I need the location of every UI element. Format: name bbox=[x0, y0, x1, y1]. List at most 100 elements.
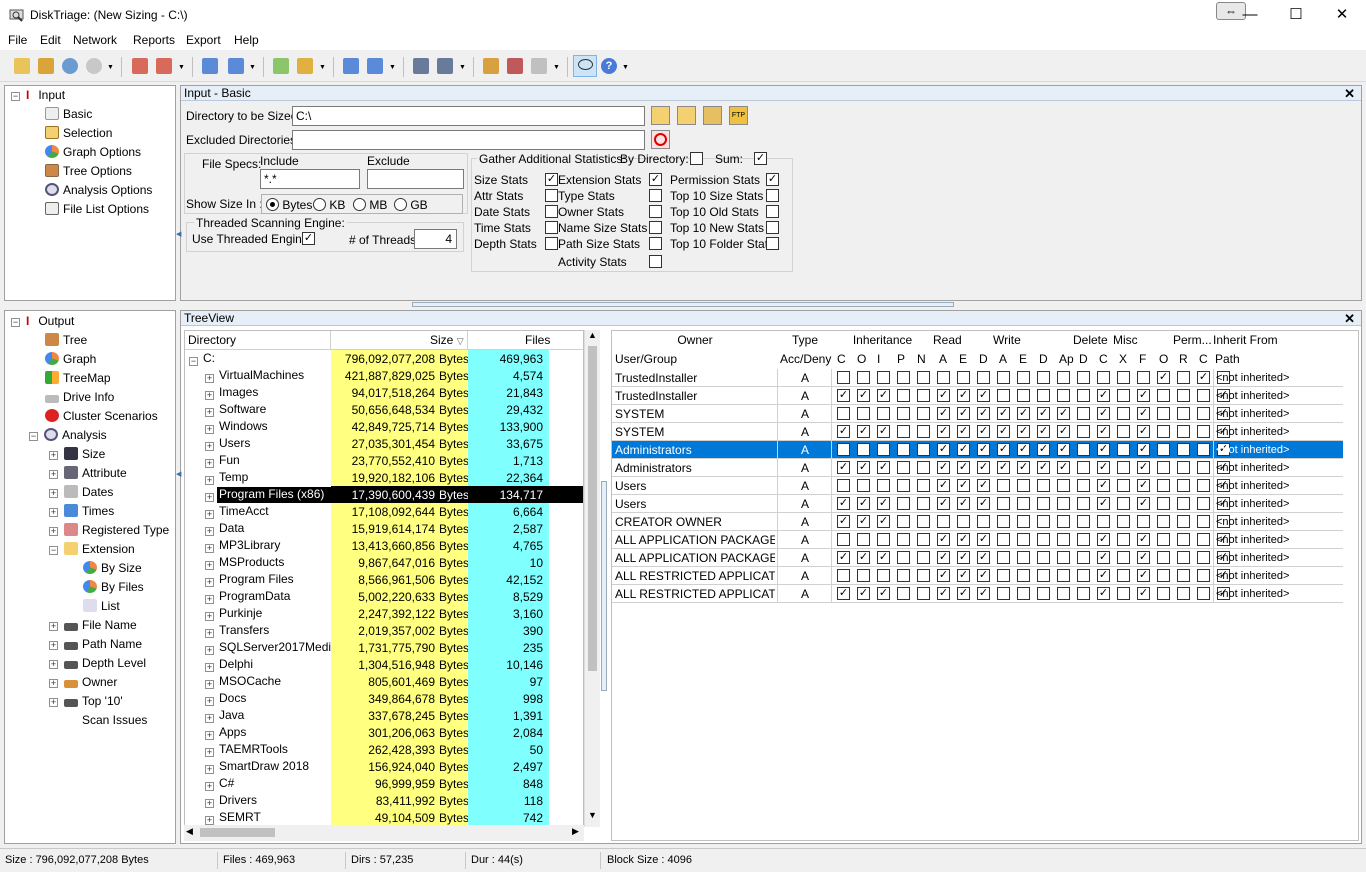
expand-tree-icon[interactable] bbox=[132, 58, 148, 74]
close-panel-icon[interactable]: ✕ bbox=[1344, 311, 1355, 327]
perm-flag-checkbox[interactable] bbox=[1197, 497, 1210, 510]
perm-flag-checkbox[interactable] bbox=[1097, 569, 1110, 582]
tree-item-graph[interactable]: Graph bbox=[45, 350, 96, 369]
perm-flag-checkbox[interactable] bbox=[1037, 425, 1050, 438]
expand-icon[interactable]: + bbox=[205, 761, 214, 775]
name-size-stats-checkbox[interactable] bbox=[649, 221, 662, 234]
perm-flag-checkbox[interactable] bbox=[1197, 515, 1210, 528]
perm-flag-checkbox[interactable] bbox=[1197, 389, 1210, 402]
collapse-icon[interactable]: − bbox=[189, 353, 198, 367]
tree-item-cluster-scenarios[interactable]: Cluster Scenarios bbox=[45, 407, 158, 426]
scroll-up-icon[interactable]: ▲ bbox=[585, 330, 600, 340]
perm-flag-checkbox[interactable] bbox=[1057, 551, 1070, 564]
perm-flag-checkbox[interactable] bbox=[937, 479, 950, 492]
perm-flag-checkbox[interactable] bbox=[997, 569, 1010, 582]
table-row[interactable]: + VirtualMachines 421,887,829,025 Bytes 4,57… bbox=[185, 367, 583, 384]
perm-flag-checkbox[interactable] bbox=[1037, 479, 1050, 492]
perm-flag-checkbox[interactable] bbox=[1077, 461, 1090, 474]
scroll-thumb[interactable] bbox=[588, 346, 597, 671]
perm-flag-checkbox[interactable] bbox=[1177, 443, 1190, 456]
perm-flag-checkbox[interactable] bbox=[897, 407, 910, 420]
perm-flag-checkbox[interactable] bbox=[937, 461, 950, 474]
top-10-old-stats-checkbox[interactable] bbox=[766, 205, 779, 218]
perm-flag-checkbox[interactable] bbox=[1017, 479, 1030, 492]
perm-flag-checkbox[interactable] bbox=[1057, 407, 1070, 420]
table-row[interactable]: + Java 337,678,245 Bytes 1,391 bbox=[185, 707, 583, 724]
minimize-button[interactable]: — bbox=[1227, 0, 1273, 30]
folder-up-icon[interactable] bbox=[677, 106, 696, 125]
table-row[interactable]: + Transfers 2,019,357,002 Bytes 390 bbox=[185, 622, 583, 639]
depth-stats-checkbox[interactable] bbox=[545, 237, 558, 250]
perm-flag-checkbox[interactable] bbox=[837, 497, 850, 510]
perm-flag-checkbox[interactable] bbox=[937, 443, 950, 456]
perm-flag-checkbox[interactable] bbox=[857, 371, 870, 384]
perm-flag-checkbox[interactable] bbox=[1177, 587, 1190, 600]
refresh-icon[interactable] bbox=[62, 58, 78, 74]
checklist-icon[interactable] bbox=[531, 58, 547, 74]
perm-flag-checkbox[interactable] bbox=[1037, 551, 1050, 564]
perm-row[interactable]: CREATOR OWNER A <not inherited> bbox=[612, 513, 1343, 531]
perm-flag-checkbox[interactable] bbox=[837, 443, 850, 456]
tree-item-extension[interactable]: − Extension bbox=[49, 540, 135, 559]
expand-icon[interactable]: + bbox=[205, 659, 214, 673]
perm-flag-checkbox[interactable] bbox=[937, 497, 950, 510]
top-10-folder-stats-checkbox[interactable] bbox=[766, 237, 779, 250]
expand-icon[interactable]: + bbox=[49, 622, 58, 631]
tree-item-output[interactable]: − I Output bbox=[11, 312, 74, 331]
perm-flag-checkbox[interactable] bbox=[837, 569, 850, 582]
perm-flag-checkbox[interactable] bbox=[917, 407, 930, 420]
horizontal-splitter[interactable] bbox=[412, 302, 954, 307]
perm-flag-checkbox[interactable] bbox=[837, 479, 850, 492]
dropdown-arrow-icon[interactable]: ▼ bbox=[459, 64, 466, 71]
perm-flag-checkbox[interactable] bbox=[1117, 461, 1130, 474]
scroll-down-icon[interactable]: ▼ bbox=[588, 810, 597, 820]
perm-flag-checkbox[interactable] bbox=[1197, 371, 1210, 384]
perm-flag-checkbox[interactable] bbox=[1137, 533, 1150, 546]
perm-flag-checkbox[interactable] bbox=[997, 425, 1010, 438]
collapse-tree-icon[interactable] bbox=[156, 58, 172, 74]
perm-flag-checkbox[interactable] bbox=[837, 587, 850, 600]
table-row[interactable]: + Data 15,919,614,174 Bytes 2,587 bbox=[185, 520, 583, 537]
perm-flag-checkbox[interactable] bbox=[957, 389, 970, 402]
perm-flag-checkbox[interactable] bbox=[1077, 515, 1090, 528]
expand-icon[interactable]: + bbox=[205, 812, 214, 826]
perm-flag-checkbox[interactable] bbox=[957, 443, 970, 456]
perm-row[interactable]: Users A <not inherited> bbox=[612, 495, 1343, 513]
col-size-header[interactable]: Size ▽ bbox=[430, 333, 464, 347]
perm-flag-checkbox[interactable] bbox=[897, 389, 910, 402]
folder-add-icon[interactable] bbox=[38, 58, 54, 74]
perm-flag-checkbox[interactable] bbox=[917, 497, 930, 510]
tree-item-input[interactable]: − I Input bbox=[11, 86, 65, 105]
perm-flag-checkbox[interactable] bbox=[1057, 587, 1070, 600]
menu-file[interactable]: File bbox=[8, 33, 27, 47]
perm-flag-checkbox[interactable] bbox=[957, 425, 970, 438]
tree-item-by-files[interactable]: By Files bbox=[83, 578, 144, 597]
unit-kb-radio[interactable]: KB bbox=[313, 198, 345, 212]
menu-edit[interactable]: Edit bbox=[40, 33, 61, 47]
perm-flag-checkbox[interactable] bbox=[1057, 389, 1070, 402]
perm-flag-checkbox[interactable] bbox=[1157, 587, 1170, 600]
tree-item-scan-issues[interactable]: Scan Issues bbox=[49, 711, 147, 730]
excluded-input[interactable] bbox=[292, 130, 645, 150]
perm-flag-checkbox[interactable] bbox=[957, 533, 970, 546]
perm-flag-checkbox[interactable] bbox=[1057, 461, 1070, 474]
perm-flag-checkbox[interactable] bbox=[1037, 443, 1050, 456]
perm-flag-checkbox[interactable] bbox=[1137, 407, 1150, 420]
perm-flag-checkbox[interactable] bbox=[897, 551, 910, 564]
tree-item-size[interactable]: + Size bbox=[49, 445, 105, 464]
perm-flag-checkbox[interactable] bbox=[1117, 497, 1130, 510]
perm-flag-checkbox[interactable] bbox=[1137, 425, 1150, 438]
perm-flag-checkbox[interactable] bbox=[877, 587, 890, 600]
expand-icon[interactable]: + bbox=[205, 438, 214, 452]
perm-flag-checkbox[interactable] bbox=[957, 461, 970, 474]
unit-mb-radio[interactable]: MB bbox=[353, 198, 387, 212]
table-row[interactable]: + TAEMRTools 262,428,393 Bytes 50 bbox=[185, 741, 583, 758]
perm-flag-checkbox[interactable] bbox=[977, 533, 990, 546]
perm-flag-checkbox[interactable] bbox=[897, 497, 910, 510]
tree-item-selection[interactable]: Selection bbox=[45, 124, 112, 143]
expand-icon[interactable]: + bbox=[49, 698, 58, 707]
perm-flag-checkbox[interactable] bbox=[1157, 569, 1170, 582]
perm-flag-checkbox[interactable] bbox=[857, 479, 870, 492]
tree-item-basic[interactable]: Basic bbox=[45, 105, 92, 124]
table-row[interactable]: + ProgramData 5,002,220,633 Bytes 8,529 bbox=[185, 588, 583, 605]
